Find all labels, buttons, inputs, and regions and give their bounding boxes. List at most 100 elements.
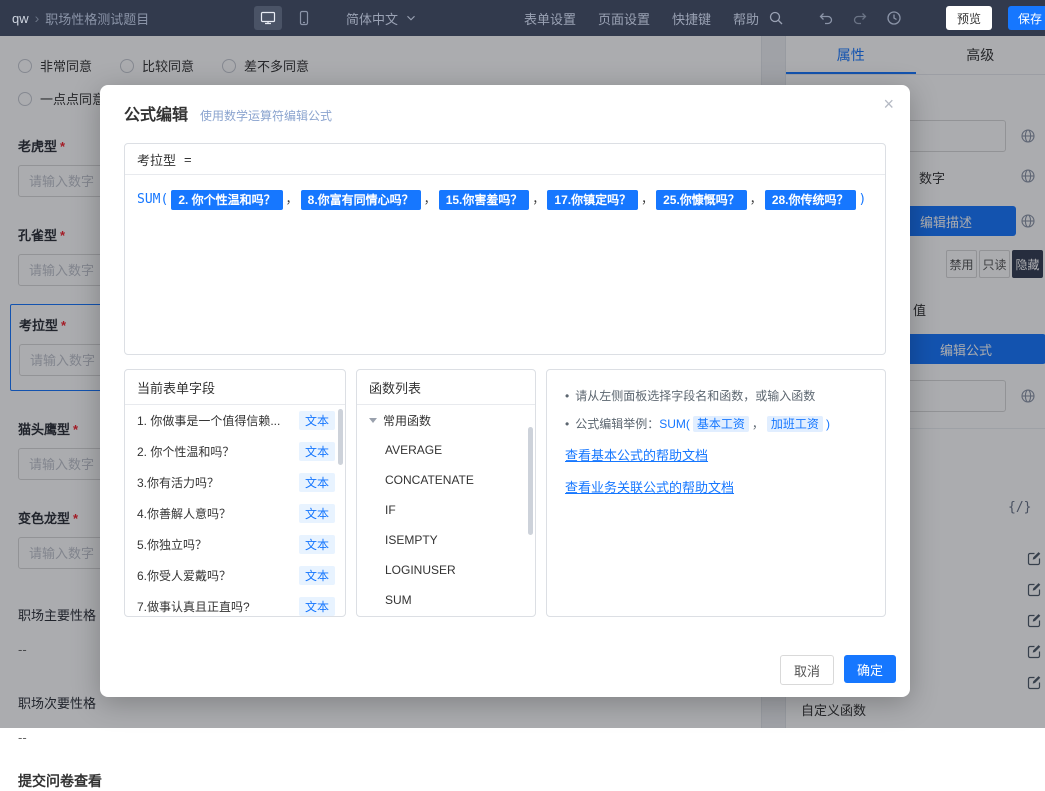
field-item-label: 4.你善解人意吗？ xyxy=(137,505,231,522)
top-toolbar: qw › 职场性格测试题目 简体中文 表单设置 页面设置 快捷键 帮助 预览 保… xyxy=(0,0,1045,36)
fields-panel-title: 当前表单字段 xyxy=(125,370,345,405)
help-panel-body: • 请从左侧面板选择字段名和函数，或输入函数 • 公式编辑举例：SUM(基本工资… xyxy=(547,370,885,514)
search-icon xyxy=(768,10,784,26)
field-chip[interactable]: 2. 你个性温和吗？ xyxy=(171,190,282,210)
field-item-label: 7.做事认真且正直吗? xyxy=(137,598,250,615)
list-item[interactable]: 4.你善解人意吗？ 文本 xyxy=(125,498,345,529)
function-group-label: 常用函数 xyxy=(383,412,431,429)
target-field-name: 考拉型 xyxy=(137,150,176,169)
basic-formula-help-link[interactable]: 查看基本公式的帮助文档 xyxy=(565,446,867,466)
modal-footer: 取消 确定 xyxy=(780,655,896,685)
help-tip-2: • 公式编辑举例：SUM(基本工资，加班工资) xyxy=(565,414,867,434)
menu-shortcuts[interactable]: 快捷键 xyxy=(672,9,711,28)
monitor-icon xyxy=(260,10,276,26)
modal-subtitle: 使用数学运算符编辑公式 xyxy=(200,107,332,124)
preview-button[interactable]: 预览 xyxy=(946,6,992,30)
linked-formula-help-link[interactable]: 查看业务关联公式的帮助文档 xyxy=(565,478,867,498)
function-item[interactable]: LOGINUSER xyxy=(357,555,535,585)
field-chip[interactable]: 15.你害羞吗？ xyxy=(439,190,530,210)
help-example: 公式编辑举例：SUM(基本工资，加班工资) xyxy=(575,414,830,434)
formula-separator: ， xyxy=(532,192,544,206)
functions-list: 常用函数 AVERAGE CONCATENATE IF ISEMPTY LOGI… xyxy=(357,405,535,617)
text-type-badge: 文本 xyxy=(299,597,335,616)
function-item[interactable]: IF xyxy=(357,495,535,525)
functions-panel-title: 函数列表 xyxy=(357,370,535,405)
formula-target-row: 考拉型 = xyxy=(125,144,885,175)
mobile-view-button[interactable] xyxy=(290,6,318,30)
bullet-icon: • xyxy=(565,414,569,434)
modal-title: 公式编辑 xyxy=(124,101,188,125)
list-item[interactable]: 5.你独立吗？ 文本 xyxy=(125,529,345,560)
text-type-badge: 文本 xyxy=(299,504,335,523)
function-group[interactable]: 常用函数 xyxy=(357,405,535,435)
function-item[interactable]: CONCATENATE xyxy=(357,465,535,495)
undo-icon[interactable] xyxy=(818,10,834,26)
menu-help[interactable]: 帮助 xyxy=(733,9,759,28)
example-arg: 基本工资 xyxy=(693,416,749,432)
desktop-view-button[interactable] xyxy=(254,6,282,30)
equals-sign: = xyxy=(184,152,192,167)
close-icon[interactable]: × xyxy=(883,95,894,113)
field-item-label: 3.你有活力吗？ xyxy=(137,474,219,491)
scrollbar-thumb[interactable] xyxy=(528,427,533,535)
formula-separator: ， xyxy=(750,192,762,206)
bullet-icon: • xyxy=(565,386,569,406)
language-label: 简体中文 xyxy=(346,9,398,28)
breadcrumb-separator-icon: › xyxy=(35,10,40,26)
list-item[interactable]: 7.做事认真且正直吗? 文本 xyxy=(125,591,345,617)
formula-separator: ， xyxy=(424,192,436,206)
help-panel: • 请从左侧面板选择字段名和函数，或输入函数 • 公式编辑举例：SUM(基本工资… xyxy=(546,369,886,617)
search-button[interactable] xyxy=(768,0,784,36)
formula-function-close: ) xyxy=(859,192,867,207)
field-chip[interactable]: 28.你传统吗？ xyxy=(765,190,856,210)
menu-page-settings[interactable]: 页面设置 xyxy=(598,9,650,28)
scrollbar-thumb[interactable] xyxy=(338,409,343,465)
example-function: SUM( xyxy=(659,417,690,431)
form-fields-panel: 当前表单字段 1. 你做事是一个值得信赖... 文本 2. 你个性温和吗？ 文本 3… xyxy=(124,369,346,617)
language-selector[interactable]: 简体中文 xyxy=(346,0,418,36)
text-type-badge: 文本 xyxy=(299,566,335,585)
chevron-down-icon xyxy=(404,11,418,25)
list-item[interactable]: 6.你受人爱戴吗？ 文本 xyxy=(125,560,345,591)
help-tip-1: • 请从左侧面板选择字段名和函数，或输入函数 xyxy=(565,386,867,406)
text-type-badge: 文本 xyxy=(299,411,335,430)
functions-panel: 函数列表 常用函数 AVERAGE CONCATENATE IF ISEMPTY… xyxy=(356,369,536,617)
field-chip[interactable]: 17.你镇定吗？ xyxy=(547,190,638,210)
collapse-triangle-icon xyxy=(369,418,377,423)
formula-expression[interactable]: SUM(2. 你个性温和吗？，8.你富有同情心吗？，15.你害羞吗？，17.你镇… xyxy=(125,175,885,224)
function-item[interactable]: AVERAGE xyxy=(357,435,535,465)
field-value: -- xyxy=(18,730,743,745)
field-chip[interactable]: 8.你富有同情心吗？ xyxy=(301,190,421,210)
redo-icon[interactable] xyxy=(852,10,868,26)
field-item-label: 6.你受人爱戴吗？ xyxy=(137,567,231,584)
text-type-badge: 文本 xyxy=(299,442,335,461)
example-arg: 加班工资 xyxy=(767,416,823,432)
formula-separator: ， xyxy=(286,192,298,206)
field-item-label: 2. 你个性温和吗？ xyxy=(137,443,234,460)
list-item[interactable]: 3.你有活力吗？文本 xyxy=(125,467,345,498)
function-item[interactable]: ISEMPTY xyxy=(357,525,535,555)
text-type-badge: 文本 xyxy=(299,535,335,554)
history-controls xyxy=(818,0,902,36)
list-item[interactable]: 2. 你个性温和吗？ 文本 xyxy=(125,436,345,467)
field-item-label: 1. 你做事是一个值得信赖... xyxy=(137,412,280,429)
field-item-label: 5.你独立吗？ xyxy=(137,536,207,553)
list-item[interactable]: 1. 你做事是一个值得信赖... 文本 xyxy=(125,405,345,436)
formula-editor-modal: 公式编辑 使用数学运算符编辑公式 × 考拉型 = SUM(2. 你个性温和吗？，… xyxy=(100,85,910,697)
formula-function-open: SUM( xyxy=(137,192,168,207)
confirm-button[interactable]: 确定 xyxy=(844,655,896,683)
fields-list: 1. 你做事是一个值得信赖... 文本 2. 你个性温和吗？ 文本 3.你有活力吗？… xyxy=(125,405,345,617)
example-close-paren: ) xyxy=(826,417,830,431)
formula-separator: ， xyxy=(641,192,653,206)
function-item[interactable]: SUM xyxy=(357,585,535,615)
help-tip-text: 请从左侧面板选择字段名和函数，或输入函数 xyxy=(575,386,815,406)
breadcrumb-root[interactable]: qw xyxy=(12,11,29,26)
field-chip[interactable]: 25.你慷慨吗？ xyxy=(656,190,747,210)
formula-editor-box[interactable]: 考拉型 = SUM(2. 你个性温和吗？，8.你富有同情心吗？，15.你害羞吗？… xyxy=(124,143,886,355)
menu-form-settings[interactable]: 表单设置 xyxy=(524,9,576,28)
history-clock-icon[interactable] xyxy=(886,10,902,26)
breadcrumb-page-title: 职场性格测试题目 xyxy=(45,9,149,28)
cancel-button[interactable]: 取消 xyxy=(780,655,834,685)
modal-header: 公式编辑 使用数学运算符编辑公式 xyxy=(124,101,332,125)
save-button[interactable]: 保存 xyxy=(1008,6,1045,30)
